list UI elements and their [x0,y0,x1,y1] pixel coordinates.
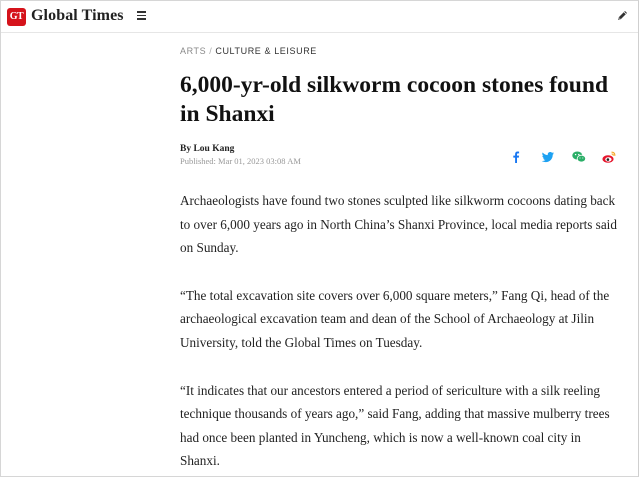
site-header: GT Global Times [1,1,638,33]
breadcrumb: ARTS / CULTURE & LEISURE [180,45,630,57]
site-logo-badge[interactable]: GT [7,8,26,26]
twitter-icon[interactable] [540,149,556,165]
weibo-icon[interactable] [601,149,617,165]
browser-page: GT Global Times ARTS / CULTURE & LEISURE 6… [0,0,639,477]
wechat-icon[interactable] [571,149,587,165]
site-logo-text[interactable]: Global Times [31,7,124,25]
byline-row: By Lou Kang Published: Mar 01, 2023 03:0… [180,143,630,169]
facebook-icon[interactable] [508,149,524,165]
article-paragraph-1: Archaeologists have found two stones scu… [180,193,617,256]
article-paragraph-3: “It indicates that our ancestors entered… [180,382,610,469]
article: ARTS / CULTURE & LEISURE 6,000-yr-old silk… [180,45,630,476]
share-bar [508,149,618,165]
article-paragraph-2: “The total excavation site covers over 6… [180,287,610,350]
article-body: Archaeologists have found two stones scu… [180,189,620,473]
edit-pen-icon[interactable] [615,9,629,23]
breadcrumb-subsection-link[interactable]: CULTURE & LEISURE [215,46,317,56]
hamburger-menu-icon[interactable] [137,11,147,21]
breadcrumb-separator: / [209,46,213,56]
article-title: 6,000-yr-old silkworm cocoon stones foun… [180,72,609,127]
breadcrumb-section-link[interactable]: ARTS [180,46,206,56]
